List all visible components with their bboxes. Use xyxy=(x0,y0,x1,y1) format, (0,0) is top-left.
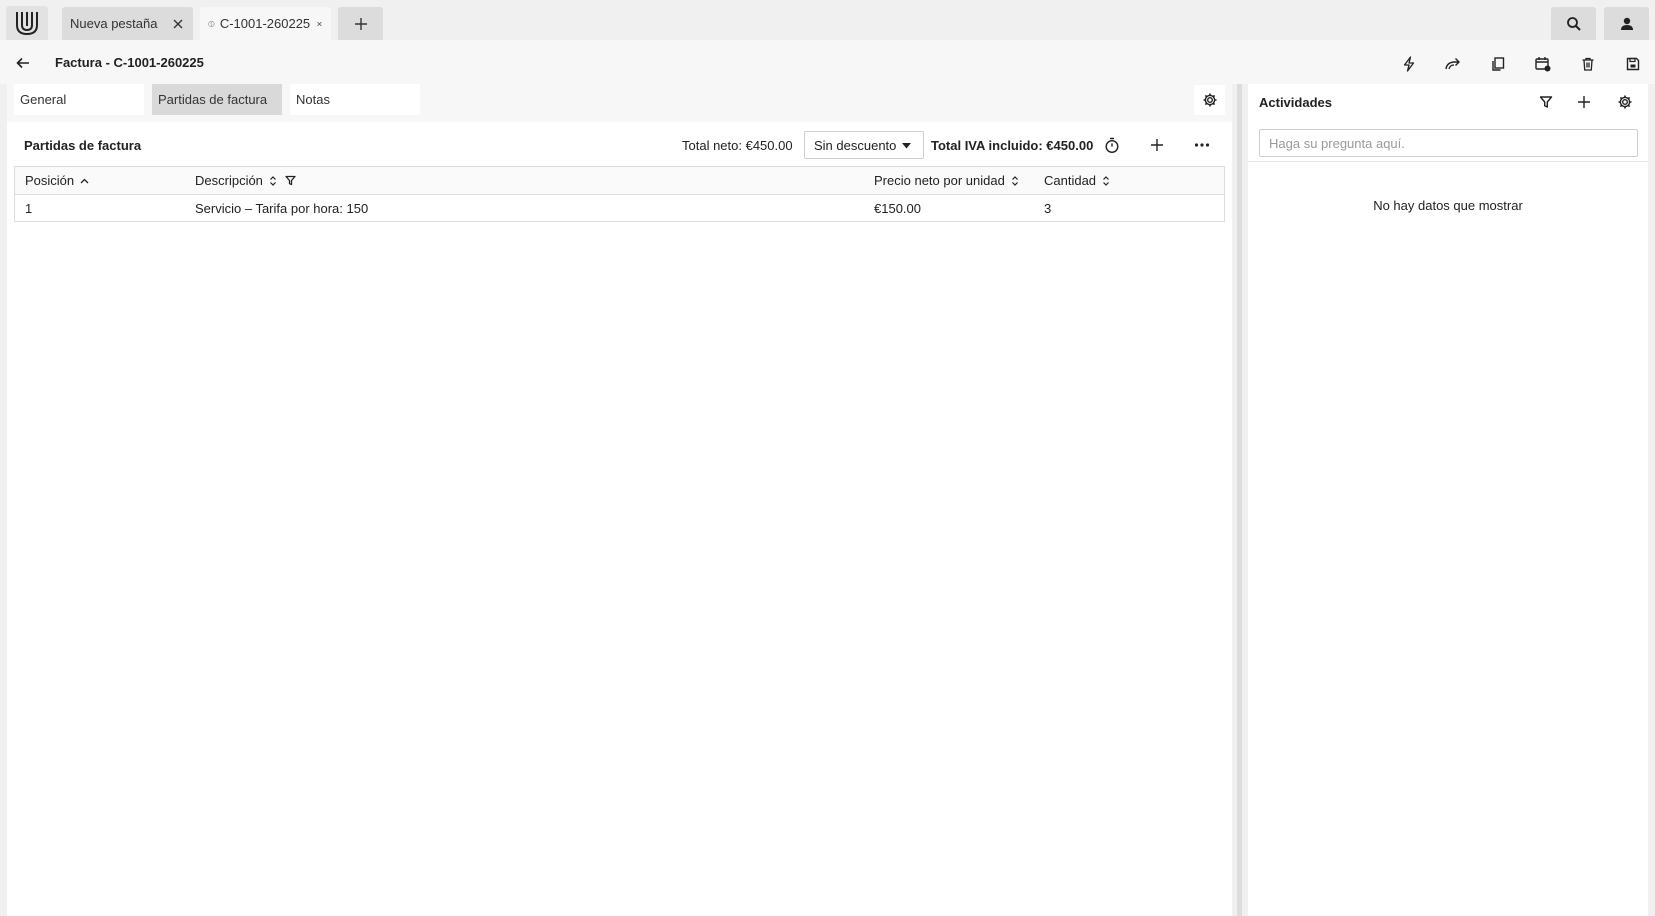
quick-action-button[interactable] xyxy=(1396,51,1422,77)
sort-ascending-icon xyxy=(80,178,89,183)
copy-button[interactable] xyxy=(1485,51,1511,77)
add-activity-button[interactable] xyxy=(1571,89,1597,115)
ask-question-input[interactable] xyxy=(1259,129,1638,157)
close-icon[interactable] xyxy=(316,17,323,31)
more-horizontal-icon xyxy=(1194,143,1210,147)
discount-select[interactable]: Sin descuento xyxy=(804,131,924,159)
column-label: Descripción xyxy=(195,173,263,188)
page-title: Factura - C-1001-260225 xyxy=(55,55,204,70)
activities-filter-button[interactable] xyxy=(1533,89,1559,115)
panel-resize-handle[interactable] xyxy=(1237,84,1242,916)
forward-icon xyxy=(1445,58,1460,70)
panel-settings-button[interactable] xyxy=(1194,85,1225,115)
tab-label: Partidas de factura xyxy=(158,92,268,107)
calendar-settings-icon xyxy=(1535,57,1551,72)
tab-label: Notas xyxy=(296,92,330,107)
schedule-button[interactable] xyxy=(1530,51,1556,77)
app-logo[interactable] xyxy=(6,6,48,40)
new-tab-button[interactable] xyxy=(338,7,383,40)
tab-nueva-pestana[interactable]: Nueva pestaña xyxy=(62,7,193,40)
gear-icon xyxy=(1203,93,1216,107)
column-label: Cantidad xyxy=(1044,173,1097,188)
tab-label: General xyxy=(20,92,67,107)
discount-value: Sin descuento xyxy=(814,137,897,153)
tab-general[interactable]: General xyxy=(14,84,144,115)
grid-header: Posición Descripción Precio neto por uni… xyxy=(15,167,1224,195)
save-button[interactable] xyxy=(1620,51,1646,77)
total-iva: Total IVA incluido: €450.00 xyxy=(931,138,1094,153)
cell-descripcion: Servicio – Tarifa por hora: 150 xyxy=(195,201,369,216)
column-label: Precio neto por unidad xyxy=(874,173,1005,188)
filter-icon xyxy=(1539,96,1553,108)
lightning-icon xyxy=(1403,56,1415,72)
plus-icon xyxy=(354,17,367,30)
tab-notas[interactable]: Notas xyxy=(290,84,420,115)
cell-cantidad: 3 xyxy=(1044,201,1052,216)
delete-button[interactable] xyxy=(1575,51,1601,77)
activities-settings-button[interactable] xyxy=(1612,89,1638,115)
trash-icon xyxy=(1582,57,1594,71)
table-row[interactable]: 1 Servicio – Tarifa por hora: 150 €150.0… xyxy=(15,195,1224,222)
column-label: Posición xyxy=(25,173,75,188)
global-search-button[interactable] xyxy=(1551,7,1596,40)
search-icon xyxy=(1566,16,1581,31)
tab-partidas-de-factura[interactable]: Partidas de factura xyxy=(152,84,282,115)
save-icon xyxy=(1626,57,1640,71)
tab-label: C-1001-260225 xyxy=(219,16,311,31)
user-menu-button[interactable] xyxy=(1604,7,1649,40)
empty-state-text: No hay datos que mostrar xyxy=(1373,198,1523,213)
plus-icon xyxy=(1578,96,1590,108)
sort-icon xyxy=(1103,175,1109,186)
column-header-cantidad[interactable]: Cantidad xyxy=(1044,167,1110,194)
arrow-left-icon xyxy=(16,57,29,69)
gear-icon xyxy=(1618,95,1632,109)
filter-icon[interactable] xyxy=(285,175,296,186)
forward-button[interactable] xyxy=(1440,51,1466,77)
plus-icon xyxy=(1151,139,1163,151)
back-button[interactable] xyxy=(12,52,34,74)
copy-icon xyxy=(1492,57,1505,71)
sort-icon xyxy=(269,175,276,186)
timer-button[interactable] xyxy=(1099,132,1125,158)
total-neto: Total neto: €450.00 xyxy=(682,138,793,153)
user-icon xyxy=(1620,17,1633,30)
caret-down-icon xyxy=(902,143,911,149)
column-header-descripcion[interactable]: Descripción xyxy=(195,167,296,194)
more-options-button[interactable] xyxy=(1189,132,1215,158)
dollar-circle-icon: $ xyxy=(208,20,215,27)
tab-invoice[interactable]: $ C-1001-260225 xyxy=(200,7,331,40)
svg-text:$: $ xyxy=(210,21,213,26)
activities-title: Actividades xyxy=(1259,95,1332,110)
stopwatch-icon xyxy=(1105,137,1119,153)
divider xyxy=(1248,161,1648,162)
invoice-lines-grid: Posición Descripción Precio neto por uni… xyxy=(14,166,1225,222)
add-line-button[interactable] xyxy=(1144,132,1170,158)
column-header-posicion[interactable]: Posición xyxy=(25,167,89,194)
tab-label: Nueva pestaña xyxy=(70,16,158,31)
cell-precio: €150.00 xyxy=(874,201,921,216)
logo-icon xyxy=(16,12,38,36)
section-title: Partidas de factura xyxy=(24,138,142,153)
sort-icon xyxy=(1011,175,1018,186)
cell-posicion: 1 xyxy=(25,201,33,216)
column-header-precio[interactable]: Precio neto por unidad xyxy=(874,167,1019,194)
close-icon[interactable] xyxy=(171,17,185,31)
